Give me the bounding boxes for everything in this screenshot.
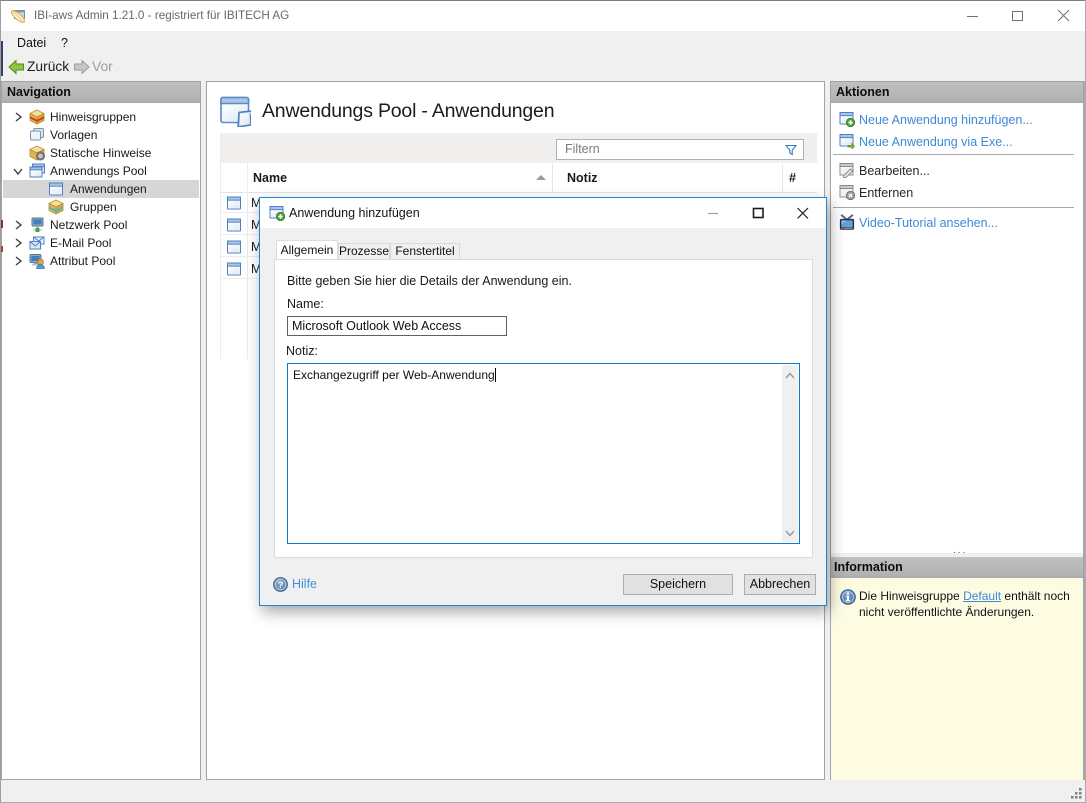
svg-text:?: ? — [278, 580, 284, 591]
